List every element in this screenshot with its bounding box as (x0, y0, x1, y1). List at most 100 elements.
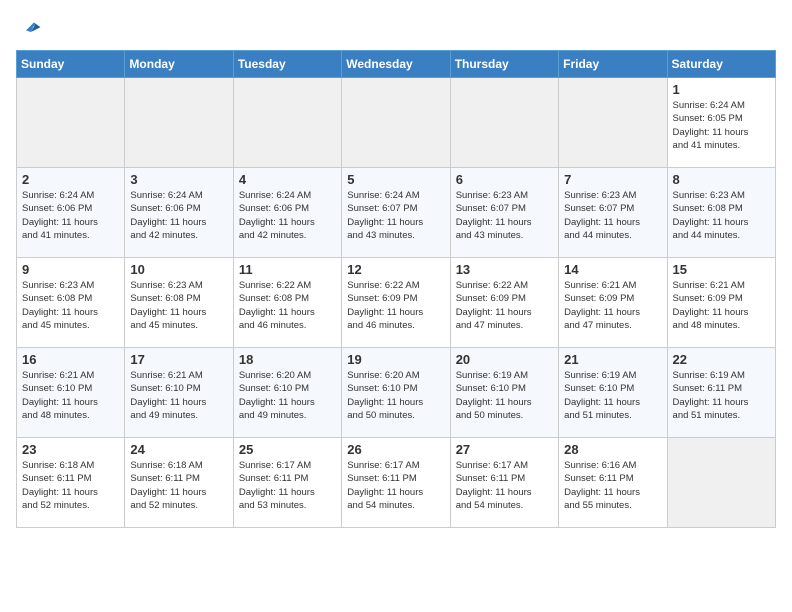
day-info: Sunrise: 6:21 AM Sunset: 6:09 PM Dayligh… (564, 279, 661, 332)
day-info: Sunrise: 6:16 AM Sunset: 6:11 PM Dayligh… (564, 459, 661, 512)
day-cell: 20 Sunrise: 6:19 AM Sunset: 6:10 PM Dayli… (450, 348, 558, 438)
day-info: Sunrise: 6:17 AM Sunset: 6:11 PM Dayligh… (347, 459, 444, 512)
day-info: Sunrise: 6:17 AM Sunset: 6:11 PM Dayligh… (239, 459, 336, 512)
week-row-5: 23 Sunrise: 6:18 AM Sunset: 6:11 PM Dayli… (17, 438, 776, 528)
day-number: 10 (130, 262, 227, 277)
week-row-3: 9 Sunrise: 6:23 AM Sunset: 6:08 PM Daylig… (17, 258, 776, 348)
day-cell (17, 78, 125, 168)
day-info: Sunrise: 6:19 AM Sunset: 6:10 PM Dayligh… (564, 369, 661, 422)
day-cell: 15 Sunrise: 6:21 AM Sunset: 6:09 PM Dayli… (667, 258, 775, 348)
day-number: 20 (456, 352, 553, 367)
week-row-2: 2 Sunrise: 6:24 AM Sunset: 6:06 PM Daylig… (17, 168, 776, 258)
header-cell-friday: Friday (559, 51, 667, 78)
day-number: 4 (239, 172, 336, 187)
day-cell: 24 Sunrise: 6:18 AM Sunset: 6:11 PM Dayli… (125, 438, 233, 528)
day-cell (342, 78, 450, 168)
day-cell (125, 78, 233, 168)
day-cell: 23 Sunrise: 6:18 AM Sunset: 6:11 PM Dayli… (17, 438, 125, 528)
day-number: 1 (673, 82, 770, 97)
day-cell (233, 78, 341, 168)
day-cell: 14 Sunrise: 6:21 AM Sunset: 6:09 PM Dayli… (559, 258, 667, 348)
day-cell: 10Sunrise: 6:23 AM Sunset: 6:08 PM Dayli… (125, 258, 233, 348)
day-number: 14 (564, 262, 661, 277)
day-number: 19 (347, 352, 444, 367)
day-cell: 16Sunrise: 6:21 AM Sunset: 6:10 PM Dayli… (17, 348, 125, 438)
day-number: 16 (22, 352, 119, 367)
day-info: Sunrise: 6:21 AM Sunset: 6:09 PM Dayligh… (673, 279, 770, 332)
day-info: Sunrise: 6:23 AM Sunset: 6:08 PM Dayligh… (22, 279, 119, 332)
day-info: Sunrise: 6:23 AM Sunset: 6:07 PM Dayligh… (564, 189, 661, 242)
header-cell-wednesday: Wednesday (342, 51, 450, 78)
day-number: 27 (456, 442, 553, 457)
day-number: 15 (673, 262, 770, 277)
day-cell: 4 Sunrise: 6:24 AM Sunset: 6:06 PM Daylig… (233, 168, 341, 258)
week-row-4: 16 Sunrise: 6:21 AM Sunset: 6:10 PM Dayli… (17, 348, 776, 438)
day-number: 9 (22, 262, 119, 277)
day-number: 23 (22, 442, 119, 457)
day-cell: 8 Sunrise: 6:23 AM Sunset: 6:08 PM Daylig… (667, 168, 775, 258)
day-info: Sunrise: 6:19 AM Sunset: 6:11 PM Dayligh… (673, 369, 770, 422)
day-cell: 13 Sunrise: 6:22 AM Sunset: 6:09 PM Dayli… (450, 258, 558, 348)
day-cell: 21 Sunrise: 6:19 AM Sunset: 6:10 PM Dayli… (559, 348, 667, 438)
day-cell: 6 Sunrise: 6:23 AM Sunset: 6:07 PM Daylig… (450, 168, 558, 258)
day-cell: 26 Sunrise: 6:17 AM Sunset: 6:11 PM Dayli… (342, 438, 450, 528)
day-cell: 11 Sunrise: 6:22 AM Sunset: 6:08 PM Dayli… (233, 258, 341, 348)
header-row: SundayMondayTuesdayWednesdayThursdayFrid… (17, 51, 776, 78)
day-cell: 27 Sunrise: 6:17 AM Sunset: 6:11 PM Dayli… (450, 438, 558, 528)
day-info: Sunrise: 6:24 AM Sunset: 6:06 PM Dayligh… (22, 189, 119, 242)
day-info: Sunrise: 6:22 AM Sunset: 6:09 PM Dayligh… (456, 279, 553, 332)
day-cell: 18 Sunrise: 6:20 AM Sunset: 6:10 PM Dayli… (233, 348, 341, 438)
day-number: 13 (456, 262, 553, 277)
day-cell (450, 78, 558, 168)
day-cell: 17 Sunrise: 6:21 AM Sunset: 6:10 PM Dayli… (125, 348, 233, 438)
day-number: 24 (130, 442, 227, 457)
day-cell: 7 Sunrise: 6:23 AM Sunset: 6:07 PM Daylig… (559, 168, 667, 258)
day-number: 8 (673, 172, 770, 187)
day-number: 11 (239, 262, 336, 277)
day-info: Sunrise: 6:23 AM Sunset: 6:07 PM Dayligh… (456, 189, 553, 242)
day-number: 18 (239, 352, 336, 367)
day-cell: 28Sunrise: 6:16 AM Sunset: 6:11 PM Dayli… (559, 438, 667, 528)
page-header (16, 16, 776, 40)
day-info: Sunrise: 6:19 AM Sunset: 6:10 PM Dayligh… (456, 369, 553, 422)
day-number: 22 (673, 352, 770, 367)
header-cell-tuesday: Tuesday (233, 51, 341, 78)
week-row-1: 1 Sunrise: 6:24 AM Sunset: 6:05 PM Daylig… (17, 78, 776, 168)
day-info: Sunrise: 6:17 AM Sunset: 6:11 PM Dayligh… (456, 459, 553, 512)
day-cell: 3 Sunrise: 6:24 AM Sunset: 6:06 PM Daylig… (125, 168, 233, 258)
day-info: Sunrise: 6:23 AM Sunset: 6:08 PM Dayligh… (673, 189, 770, 242)
day-info: Sunrise: 6:24 AM Sunset: 6:05 PM Dayligh… (673, 99, 770, 152)
day-number: 3 (130, 172, 227, 187)
day-info: Sunrise: 6:22 AM Sunset: 6:08 PM Dayligh… (239, 279, 336, 332)
day-cell: 25Sunrise: 6:17 AM Sunset: 6:11 PM Dayli… (233, 438, 341, 528)
day-number: 7 (564, 172, 661, 187)
logo (16, 16, 42, 40)
day-cell: 9 Sunrise: 6:23 AM Sunset: 6:08 PM Daylig… (17, 258, 125, 348)
day-number: 6 (456, 172, 553, 187)
day-info: Sunrise: 6:24 AM Sunset: 6:06 PM Dayligh… (130, 189, 227, 242)
day-cell: 2 Sunrise: 6:24 AM Sunset: 6:06 PM Daylig… (17, 168, 125, 258)
header-cell-monday: Monday (125, 51, 233, 78)
logo-bird-icon (18, 16, 42, 40)
day-cell: 19 Sunrise: 6:20 AM Sunset: 6:10 PM Dayli… (342, 348, 450, 438)
day-cell: 1 Sunrise: 6:24 AM Sunset: 6:05 PM Daylig… (667, 78, 775, 168)
day-number: 12 (347, 262, 444, 277)
day-info: Sunrise: 6:20 AM Sunset: 6:10 PM Dayligh… (347, 369, 444, 422)
day-info: Sunrise: 6:24 AM Sunset: 6:06 PM Dayligh… (239, 189, 336, 242)
day-cell: 12 Sunrise: 6:22 AM Sunset: 6:09 PM Dayli… (342, 258, 450, 348)
day-number: 17 (130, 352, 227, 367)
day-number: 26 (347, 442, 444, 457)
day-info: Sunrise: 6:21 AM Sunset: 6:10 PM Dayligh… (130, 369, 227, 422)
day-number: 21 (564, 352, 661, 367)
day-info: Sunrise: 6:18 AM Sunset: 6:11 PM Dayligh… (22, 459, 119, 512)
header-cell-saturday: Saturday (667, 51, 775, 78)
day-info: Sunrise: 6:22 AM Sunset: 6:09 PM Dayligh… (347, 279, 444, 332)
day-number: 5 (347, 172, 444, 187)
day-info: Sunrise: 6:18 AM Sunset: 6:11 PM Dayligh… (130, 459, 227, 512)
header-cell-sunday: Sunday (17, 51, 125, 78)
header-cell-thursday: Thursday (450, 51, 558, 78)
day-cell (667, 438, 775, 528)
day-info: Sunrise: 6:20 AM Sunset: 6:10 PM Dayligh… (239, 369, 336, 422)
day-cell: 22 Sunrise: 6:19 AM Sunset: 6:11 PM Dayli… (667, 348, 775, 438)
day-number: 2 (22, 172, 119, 187)
